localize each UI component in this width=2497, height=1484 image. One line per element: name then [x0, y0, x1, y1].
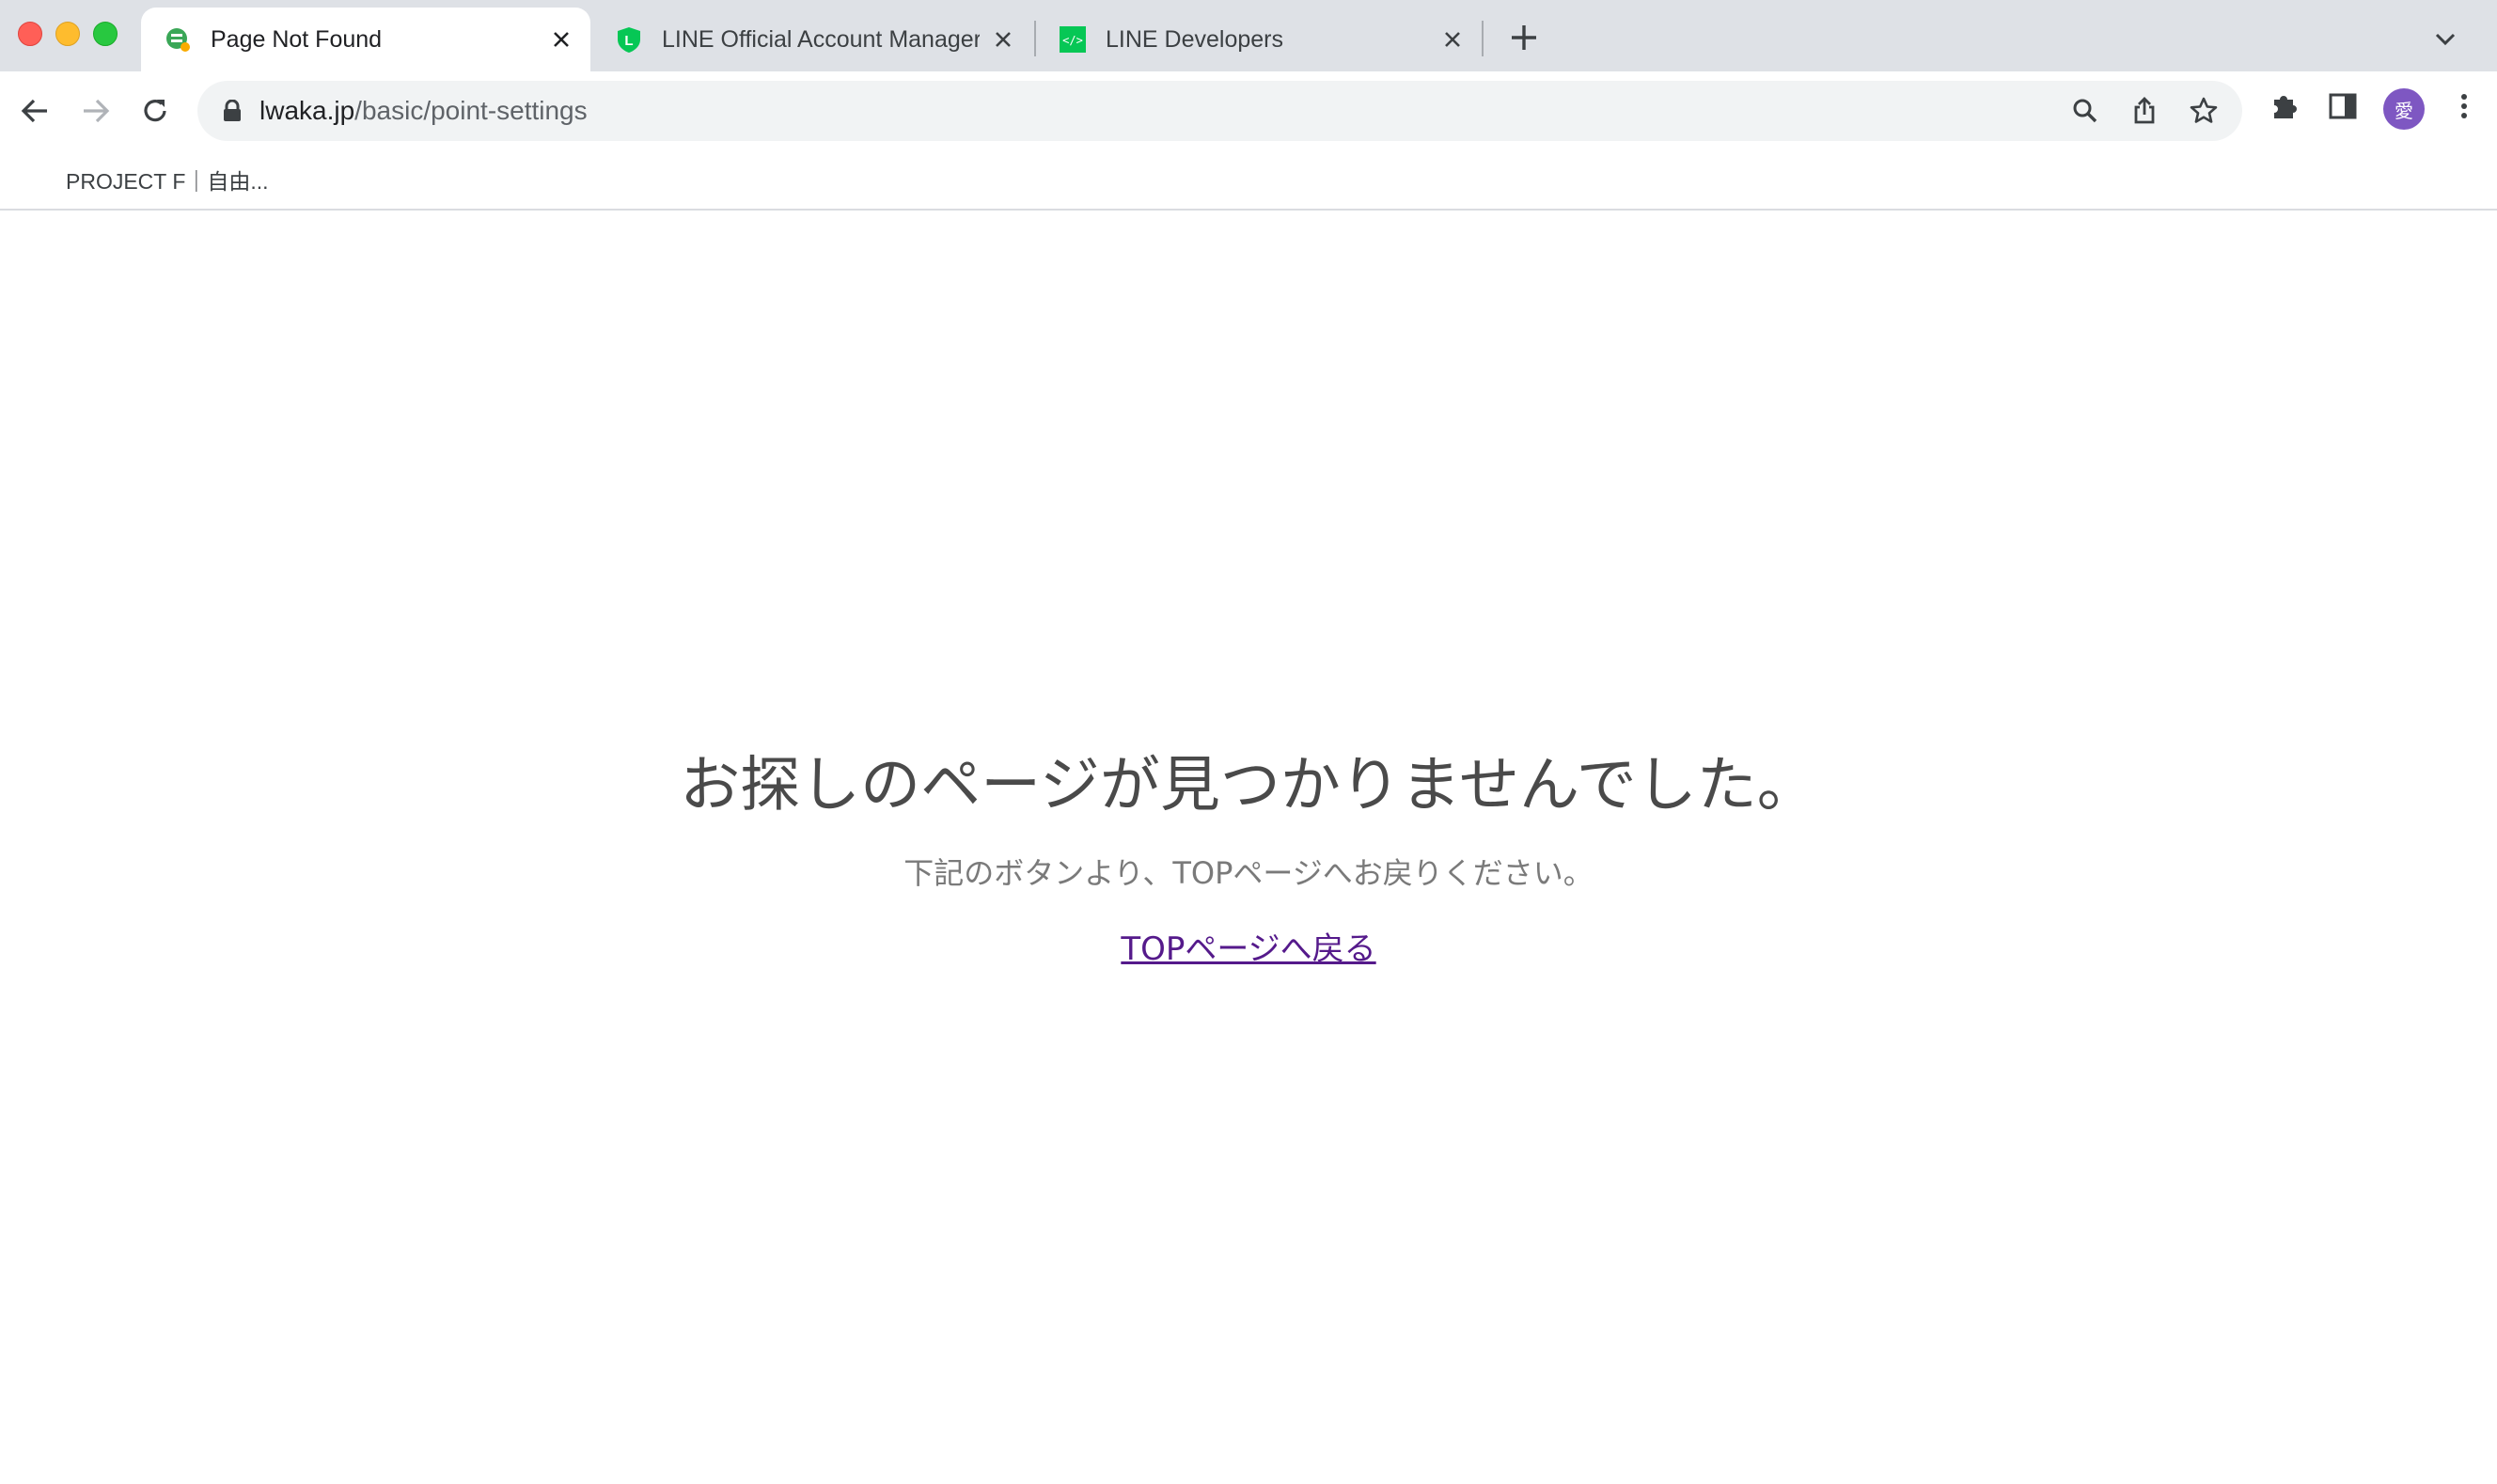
- bookmark-star-icon[interactable]: [2189, 96, 2219, 126]
- svg-text:L: L: [624, 33, 633, 49]
- side-panel-icon[interactable]: [2327, 90, 2359, 122]
- tab-title: LINE Official Account Manager: [662, 25, 980, 53]
- extensions-puzzle-icon[interactable]: [2269, 90, 2301, 122]
- tab-page-not-found[interactable]: Page Not Found: [141, 8, 590, 71]
- url-domain: lwaka.jp: [259, 96, 355, 125]
- reload-icon: [144, 100, 166, 122]
- site-favicon-icon: [166, 28, 190, 52]
- page-subtext: 下記のボタンより、TOPページへお戻りください。: [903, 855, 1594, 891]
- svg-text:</>: </>: [1062, 34, 1083, 47]
- url-text[interactable]: lwaka.jp/basic/point-settings: [259, 96, 588, 126]
- page-content: お探しのページが見つかりませんでした。 下記のボタンより、TOPページへお戻りく…: [0, 211, 2497, 1484]
- browser-toolbar: lwaka.jp/basic/point-settings: [0, 71, 2497, 150]
- window-minimize-button[interactable]: [55, 22, 80, 46]
- tab-line-official-account-manager[interactable]: L LINE Official Account Manager: [592, 8, 1032, 71]
- back-to-top-link[interactable]: TOPページへ戻る: [1121, 930, 1375, 968]
- search-icon[interactable]: [2070, 96, 2100, 126]
- url-path: /basic/point-settings: [354, 96, 588, 125]
- back-button[interactable]: [14, 90, 55, 132]
- page-title: お探しのページが見つかりませんでした。: [680, 751, 1817, 820]
- tab-close-icon[interactable]: [1438, 25, 1467, 54]
- window-maximize-button[interactable]: [93, 22, 118, 46]
- tab-strip: Page Not Found L LINE Official Account M…: [0, 0, 2497, 71]
- bookmarks-bar: PROJECT F｜自由...: [0, 150, 2497, 211]
- line-shield-icon: L: [618, 27, 640, 53]
- top-link-container: TOPページへ戻る: [0, 923, 2497, 969]
- tab-title: Page Not Found: [211, 25, 383, 53]
- tab-separator: [1482, 21, 1484, 56]
- tab-line-developers[interactable]: </> LINE Developers: [1036, 8, 1482, 71]
- lock-icon[interactable]: [222, 100, 243, 122]
- window-close-button[interactable]: [18, 22, 42, 46]
- reload-button[interactable]: [134, 90, 176, 132]
- forward-button[interactable]: [75, 90, 117, 132]
- address-bar[interactable]: lwaka.jp/basic/point-settings: [197, 81, 2242, 141]
- arrow-right-icon: [84, 99, 110, 123]
- tab-title: LINE Developers: [1106, 25, 1283, 53]
- profile-avatar[interactable]: 愛: [2383, 88, 2425, 130]
- new-tab-plus-icon[interactable]: [1507, 21, 1541, 55]
- tab-search-chevron-down-icon[interactable]: [2431, 24, 2459, 53]
- share-icon[interactable]: [2129, 96, 2159, 126]
- more-menu-icon[interactable]: [2448, 90, 2480, 122]
- arrow-left-icon: [21, 99, 47, 123]
- tab-close-icon[interactable]: [547, 25, 575, 54]
- line-developers-icon: </>: [1060, 26, 1086, 53]
- tab-close-icon[interactable]: [989, 25, 1017, 54]
- bookmark-item[interactable]: PROJECT F｜自由...: [66, 164, 269, 195]
